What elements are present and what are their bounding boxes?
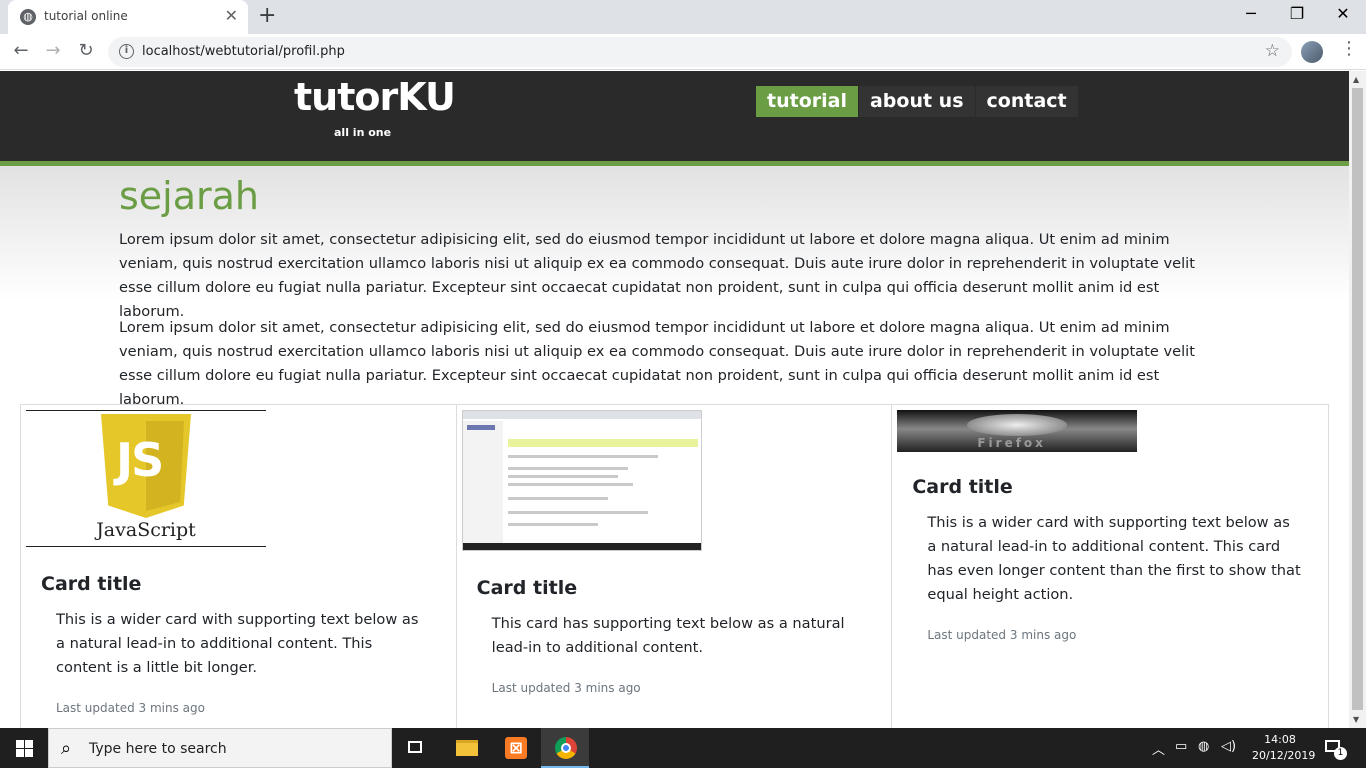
card-javascript: JS JavaScript Card title This is a wider… — [21, 405, 457, 728]
js-logo-text: JS — [116, 433, 164, 487]
card-text: This is a wider card with supporting tex… — [927, 514, 1301, 603]
reload-button[interactable]: ↻ — [75, 40, 97, 61]
screenshot-tabbar — [462, 411, 701, 419]
screenshot-sidebar — [462, 421, 503, 545]
xampp-icon[interactable]: ⊠ — [492, 728, 540, 768]
tab-title: tutorial online — [44, 9, 128, 23]
main-nav: tutorial about us contact — [756, 86, 1079, 117]
address-url[interactable]: localhost/webtutorial/profil.php — [142, 44, 345, 59]
card-phpmyadmin: Card title This card has supporting text… — [457, 405, 893, 728]
card-title: Card title — [476, 577, 578, 599]
close-tab-icon[interactable]: ✕ — [225, 6, 238, 25]
card-text: This is a wider card with supporting tex… — [56, 611, 419, 676]
nav-item-contact[interactable]: contact — [975, 86, 1079, 117]
windows-taskbar: ⌕ Type here to search ⊠ ︿ ▭ ◍ ◁) 14:08 2… — [0, 728, 1366, 768]
profile-avatar[interactable] — [1301, 41, 1323, 63]
firefox-caption: Firefox — [977, 436, 1046, 450]
card-title: Card title — [41, 573, 142, 595]
file-explorer-icon[interactable] — [442, 728, 490, 768]
javascript-logo-image: JS JavaScript — [26, 410, 266, 547]
tray-expand-icon[interactable]: ︿ — [1152, 739, 1165, 758]
start-logo-square — [16, 740, 24, 748]
forward-button[interactable]: → — [42, 40, 64, 61]
screenshot-row — [507, 497, 608, 500]
firefox-globe-icon — [967, 414, 1068, 436]
start-logo-square — [25, 749, 33, 757]
start-logo-square — [16, 749, 24, 757]
taskbar-search-box[interactable]: ⌕ Type here to search — [48, 728, 392, 768]
chrome-icon[interactable] — [541, 728, 589, 768]
card-updated: Last updated 3 mins ago — [491, 681, 641, 695]
clock-date: 20/12/2019 — [1252, 749, 1316, 762]
windows-start-icon[interactable] — [0, 728, 48, 768]
search-icon: ⌕ — [61, 738, 72, 759]
page-title: sejarah — [119, 174, 260, 218]
screenshot-row — [507, 475, 618, 478]
restore-button[interactable]: ❐ — [1274, 4, 1320, 23]
nav-item-tutorial[interactable]: tutorial — [756, 86, 859, 117]
taskbar-clock[interactable]: 14:08 20/12/2019 — [1252, 732, 1316, 764]
screenshot-row — [507, 455, 658, 458]
screenshot-row — [507, 511, 648, 514]
network-globe-icon[interactable]: ◍ — [1198, 739, 1209, 754]
notification-count-badge: 1 — [1334, 747, 1347, 760]
nav-item-about-us[interactable]: about us — [858, 86, 976, 117]
paragraph-2: Lorem ipsum dolor sit amet, consectetur … — [119, 319, 1195, 408]
screenshot-taskbar — [462, 543, 701, 550]
new-tab-button[interactable]: + — [258, 3, 276, 28]
phpmyadmin-screenshot-image — [461, 410, 702, 551]
scrollbar-thumb[interactable] — [1352, 88, 1363, 710]
page-scrollbar[interactable]: ▲ ▼ — [1349, 71, 1366, 728]
scroll-up-icon[interactable]: ▲ — [1353, 75, 1359, 84]
javascript-caption: JavaScript — [96, 519, 196, 541]
browser-tab-strip: ◍ tutorial online ✕ + ─ ❐ ✕ — [0, 0, 1366, 34]
taskbar-search-placeholder: Type here to search — [89, 741, 227, 757]
globe-icon: ◍ — [20, 9, 36, 25]
battery-icon[interactable]: ▭ — [1175, 739, 1187, 754]
card-updated: Last updated 3 mins ago — [56, 701, 205, 715]
firefox-logo-image: Firefox — [897, 410, 1138, 452]
card-group: JS JavaScript Card title This is a wider… — [20, 404, 1329, 728]
screenshot-row — [507, 467, 628, 470]
start-logo-square — [25, 740, 33, 748]
screenshot-highlight — [507, 439, 698, 447]
address-bar[interactable]: i localhost/webtutorial/profil.php ☆ — [108, 37, 1292, 67]
browser-toolbar: ← → ↻ i localhost/webtutorial/profil.php… — [0, 34, 1366, 70]
volume-icon[interactable]: ◁) — [1221, 739, 1236, 754]
card-text: This card has supporting text below as a… — [491, 615, 845, 656]
back-button[interactable]: ← — [10, 40, 32, 61]
browser-tab[interactable]: ◍ tutorial online ✕ — [8, 0, 248, 34]
page-viewport: tutorKU all in one tutorial about us con… — [0, 71, 1349, 728]
bookmark-star-icon[interactable]: ☆ — [1265, 41, 1280, 61]
site-header: tutorKU all in one tutorial about us con… — [0, 71, 1349, 166]
screenshot-row — [507, 483, 633, 486]
clock-time: 14:08 — [1264, 733, 1296, 746]
card-firefox: Firefox Card title This is a wider card … — [892, 405, 1328, 728]
screenshot-logo — [466, 425, 495, 430]
more-menu-icon[interactable]: ⋮ — [1340, 38, 1358, 59]
card-title: Card title — [912, 476, 1013, 498]
action-center-icon[interactable]: 1 — [1322, 737, 1347, 760]
task-view-icon[interactable] — [392, 728, 440, 768]
card-updated: Last updated 3 mins ago — [927, 628, 1077, 642]
paragraph-1: Lorem ipsum dolor sit amet, consectetur … — [119, 231, 1195, 320]
scroll-down-icon[interactable]: ▼ — [1353, 715, 1359, 724]
info-icon[interactable]: i — [119, 44, 134, 59]
screenshot-row — [507, 523, 598, 526]
minimize-button[interactable]: ─ — [1228, 4, 1274, 23]
site-logo[interactable]: tutorKU — [294, 75, 456, 119]
close-window-button[interactable]: ✕ — [1320, 4, 1366, 23]
site-tagline: all in one — [334, 126, 392, 139]
